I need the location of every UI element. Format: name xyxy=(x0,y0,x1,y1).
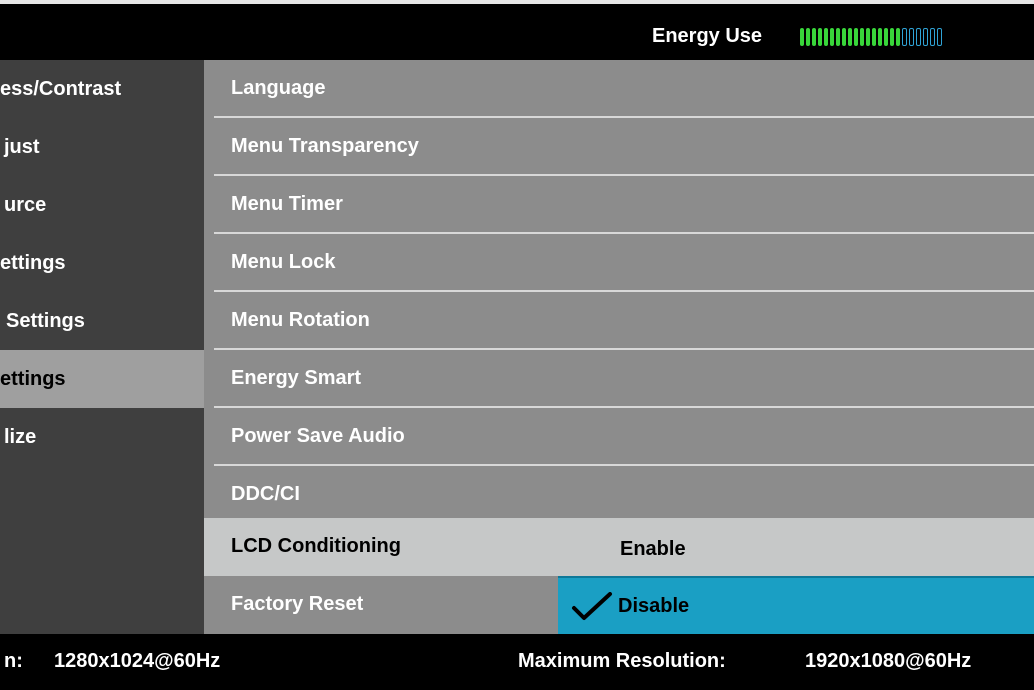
menu-item-menu-timer[interactable]: Menu Timer xyxy=(204,176,1034,234)
menu-item-ddc-ci[interactable]: DDC/CI xyxy=(204,466,1034,524)
option-label: Disable xyxy=(618,595,690,617)
energy-segment-filled xyxy=(842,28,846,46)
menu-item-language[interactable]: Language xyxy=(204,60,1034,118)
energy-segment-filled xyxy=(878,28,882,46)
menu-item-label: Menu Timer xyxy=(231,193,343,215)
menu-item-label: Energy Smart xyxy=(231,367,362,389)
header-bar: Energy Use xyxy=(0,4,1034,60)
energy-use-label: Energy Use xyxy=(652,25,763,47)
sidebar-item-other-settings[interactable]: ettings xyxy=(0,350,204,408)
settings-panel: Language Menu Transparency Menu Timer Me… xyxy=(204,60,1034,634)
energy-segment-filled xyxy=(884,28,888,46)
sidebar-item-label: ess/Contrast xyxy=(0,78,122,100)
current-resolution-value: 1280x1024@60Hz xyxy=(54,650,221,672)
menu-item-label: Menu Transparency xyxy=(231,135,419,157)
energy-segment-filled xyxy=(866,28,870,46)
current-resolution-label: n: xyxy=(4,650,23,672)
menu-item-label: LCD Conditioning xyxy=(231,535,401,557)
menu-item-label: Menu Lock xyxy=(231,251,336,273)
energy-segment-filled xyxy=(812,28,816,46)
sidebar-item-label: lize xyxy=(4,426,37,448)
sidebar-item-brightness-contrast[interactable]: ess/Contrast xyxy=(0,60,204,118)
checkmark-icon xyxy=(570,592,614,627)
menu-item-menu-lock[interactable]: Menu Lock xyxy=(204,234,1034,292)
sidebar-item-input-source[interactable]: urce xyxy=(0,176,204,234)
sidebar-item-label: just xyxy=(4,136,40,158)
sidebar-item-label: urce xyxy=(4,194,47,216)
energy-segment-empty xyxy=(902,28,907,46)
energy-segment-filled xyxy=(848,28,852,46)
sidebar: ess/Contrast just urce ettings Settings … xyxy=(0,60,204,634)
sidebar-item-label: ettings xyxy=(0,368,66,390)
energy-segment-filled xyxy=(830,28,834,46)
energy-segment-filled xyxy=(818,28,822,46)
sidebar-item-display-settings[interactable]: Settings xyxy=(0,292,204,350)
menu-item-power-save-audio[interactable]: Power Save Audio xyxy=(204,408,1034,466)
menu-item-lcd-conditioning[interactable]: LCD Conditioning xyxy=(204,518,1034,576)
option-enable[interactable]: Enable xyxy=(620,537,686,561)
option-disable[interactable]: Disable xyxy=(558,576,1034,634)
sidebar-item-label: ettings xyxy=(0,252,66,274)
menu-item-label: Menu Rotation xyxy=(231,309,370,331)
energy-segment-filled xyxy=(800,28,804,46)
energy-use-meter xyxy=(800,28,942,46)
menu-item-menu-transparency[interactable]: Menu Transparency xyxy=(204,118,1034,176)
energy-segment-filled xyxy=(872,28,876,46)
energy-segment-filled xyxy=(860,28,864,46)
energy-segment-filled xyxy=(890,28,894,46)
energy-segment-filled xyxy=(836,28,840,46)
energy-segment-filled xyxy=(824,28,828,46)
menu-item-label: Factory Reset xyxy=(231,593,364,615)
max-resolution-label: Maximum Resolution: xyxy=(518,650,726,672)
energy-segment-empty xyxy=(930,28,935,46)
energy-segment-empty xyxy=(937,28,942,46)
menu-item-label: Power Save Audio xyxy=(231,425,405,447)
menu-item-menu-rotation[interactable]: Menu Rotation xyxy=(204,292,1034,350)
energy-segment-empty xyxy=(923,28,928,46)
sidebar-item-label: Settings xyxy=(6,310,85,332)
sidebar-item-auto-adjust[interactable]: just xyxy=(0,118,204,176)
energy-segment-filled xyxy=(896,28,900,46)
sidebar-item-color-settings[interactable]: ettings xyxy=(0,234,204,292)
energy-segment-filled xyxy=(806,28,810,46)
energy-segment-empty xyxy=(909,28,914,46)
max-resolution-value: 1920x1080@60Hz xyxy=(805,650,972,672)
menu-item-label: DDC/CI xyxy=(231,483,300,505)
energy-segment-empty xyxy=(916,28,921,46)
energy-segment-filled xyxy=(854,28,858,46)
menu-item-label: Language xyxy=(231,77,326,99)
sidebar-item-personalize[interactable]: lize xyxy=(0,408,204,466)
footer-bar: n: 1280x1024@60Hz Maximum Resolution: 19… xyxy=(0,634,1034,690)
menu-item-energy-smart[interactable]: Energy Smart xyxy=(204,350,1034,408)
